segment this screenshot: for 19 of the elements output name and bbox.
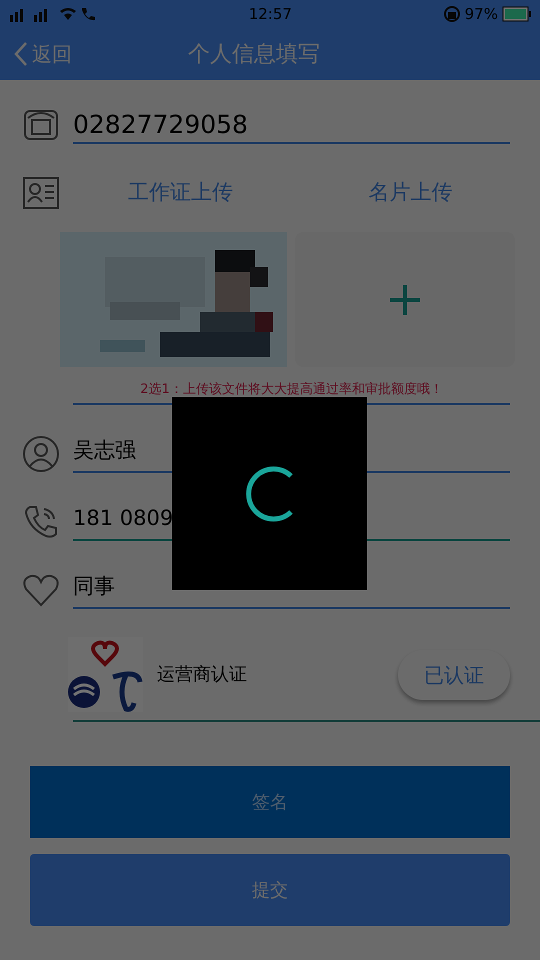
carrier-label: 运营商认证 xyxy=(157,663,248,687)
back-chevron-icon xyxy=(14,41,28,67)
upload-tab[interactable]: 名片上传 xyxy=(368,177,452,209)
back-button[interactable]: 返回 xyxy=(0,39,72,69)
id-card-icon xyxy=(22,174,60,212)
hint-text: 2选1：上传该文件将大大提高通过率和审批额度哦！ xyxy=(139,381,444,399)
battery-icon xyxy=(502,6,532,22)
person-icon xyxy=(22,435,60,473)
phone-input[interactable]: 02827729058 xyxy=(73,106,510,144)
sign-button[interactable]: 签名 xyxy=(30,766,510,838)
status-time: 12:57 xyxy=(248,4,292,25)
battery-percent: 97% xyxy=(464,4,498,25)
loading-spinner-icon xyxy=(244,466,294,522)
submit-button[interactable]: 提交 xyxy=(30,854,510,926)
page-title: 个人信息填写 xyxy=(188,40,320,68)
plus-icon xyxy=(390,284,420,314)
signal-icon xyxy=(8,5,98,23)
verified-button[interactable]: 已认证 xyxy=(398,650,510,700)
upload-tab[interactable]: 工作证上传 xyxy=(128,177,233,209)
